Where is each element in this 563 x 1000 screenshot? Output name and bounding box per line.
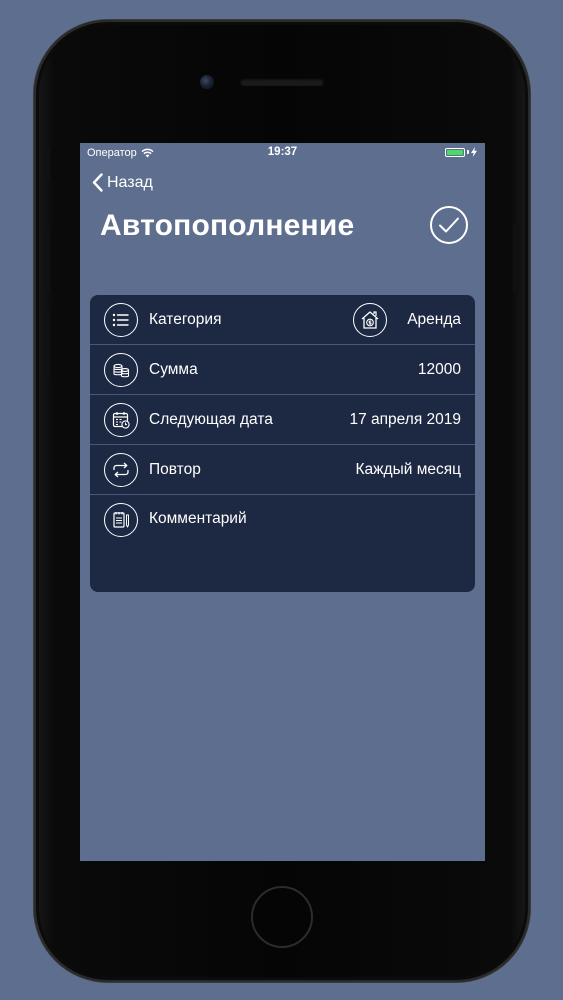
amount-label: Сумма [149, 360, 198, 378]
amount-value: 12000 [417, 360, 461, 378]
repeat-row[interactable]: Повтор Каждый месяц [90, 445, 475, 495]
power-button [513, 224, 517, 292]
done-button[interactable] [430, 206, 468, 244]
battery-icon [445, 147, 465, 157]
volume-up-button [46, 224, 50, 292]
front-camera [200, 75, 214, 89]
battery-indicator [445, 147, 477, 157]
charging-bolt-icon [471, 147, 477, 157]
comment-label: Комментарий [149, 510, 247, 527]
clock: 19:37 [267, 146, 298, 158]
category-row[interactable]: Категория Аренда [90, 295, 475, 345]
chevron-left-icon [92, 173, 103, 192]
home-button[interactable] [251, 886, 313, 948]
amount-row[interactable]: Сумма 12000 [90, 345, 475, 395]
status-bar: Оператор 19:37 [80, 143, 485, 163]
notepad-icon [104, 503, 138, 537]
earpiece-speaker [240, 78, 324, 86]
checkmark-icon [439, 217, 459, 233]
comment-row[interactable]: Комментарий [90, 495, 475, 591]
autofill-form: Категория Аренда Сумма 12000 Следующая д… [90, 295, 475, 592]
next-date-row[interactable]: Следующая дата 17 апреля 2019 [90, 395, 475, 445]
next-date-label: Следующая дата [149, 410, 273, 428]
next-date-value: 17 апреля 2019 [349, 410, 461, 428]
page-title: Автопополнение [100, 209, 355, 242]
house-money-icon [353, 303, 387, 337]
app-screen: Оператор 19:37 Назад Автопополнение Кате… [80, 143, 485, 861]
back-button[interactable]: Назад [92, 173, 153, 192]
calendar-icon [104, 403, 138, 437]
repeat-value: Каждый месяц [355, 460, 461, 478]
back-label: Назад [107, 173, 153, 191]
list-icon [104, 303, 138, 337]
repeat-label: Повтор [149, 460, 201, 478]
mute-switch [46, 147, 50, 181]
category-label: Категория [149, 310, 222, 328]
repeat-icon [104, 453, 138, 487]
category-value: Аренда [407, 310, 461, 328]
volume-down-button [46, 310, 50, 378]
coins-icon [104, 353, 138, 387]
